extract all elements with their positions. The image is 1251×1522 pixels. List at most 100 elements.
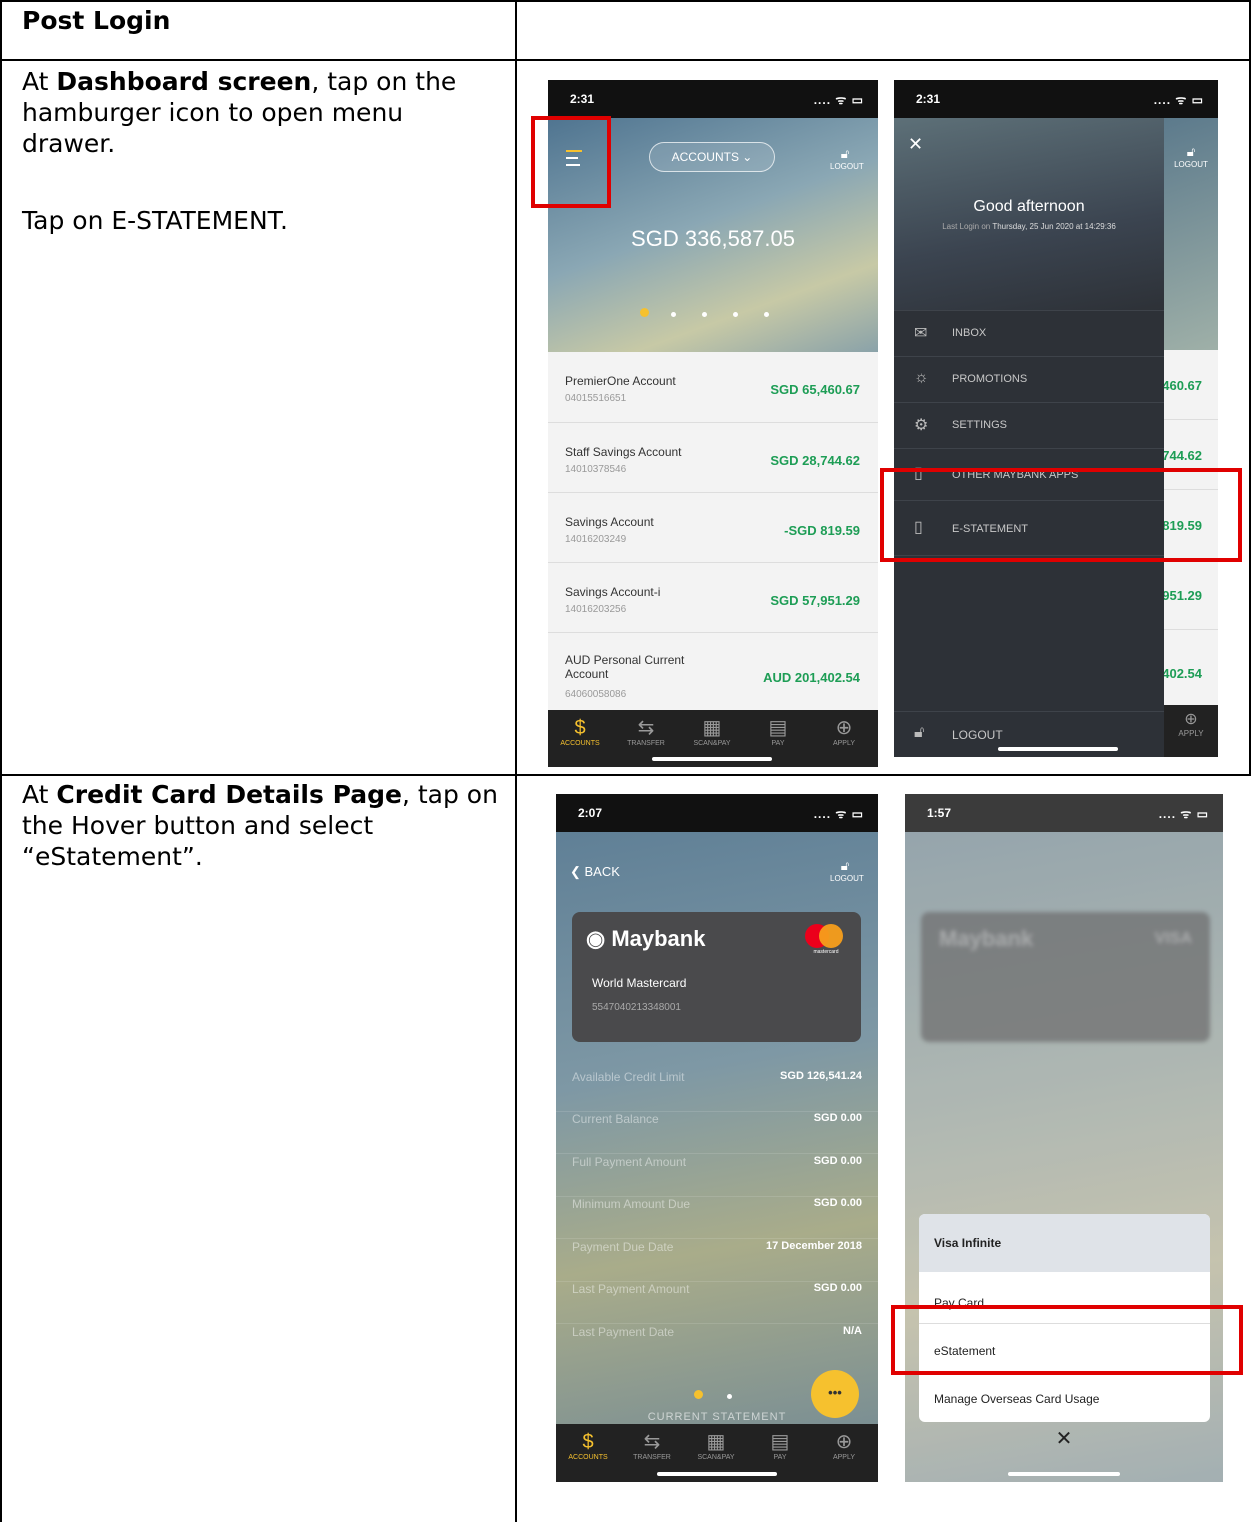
table-header: Post Login (22, 6, 171, 35)
tab-scanpay[interactable]: ▦ SCAN&PAY (682, 716, 742, 747)
drawer-header: ✕ Good afternoon Last Login on Thursday,… (894, 118, 1164, 310)
logout-label: LOGOUT (830, 162, 864, 171)
row1-instruction: At Dashboard screen, tap on the hamburge… (22, 66, 502, 159)
peek-amount: 744.62 (1162, 448, 1202, 463)
account-number: 14016203249 (565, 534, 627, 545)
apply-label: APPLY (1178, 729, 1204, 738)
bulb-icon: ☼ (914, 369, 929, 386)
detail-row: Minimum Amount Due SGD 0.00 (556, 1197, 878, 1239)
tab-transfer[interactable]: ⇆ TRANSFER (622, 1430, 682, 1461)
account-number: 04015516651 (565, 393, 627, 404)
status-bar: 2:31 .... ᯤ ▭ (894, 80, 1218, 118)
mail-icon: ✉ (914, 325, 928, 342)
detail-row: Available Credit Limit SGD 126,541.24 (556, 1070, 878, 1112)
account-name: Savings Account-i (565, 585, 661, 599)
card-details-screenshot: 2:07 .... ᯤ ▭ ❮ BACK 🔓︎ LOGOUT ◉ Maybank… (556, 794, 878, 1482)
back-label: BACK (584, 864, 620, 879)
peek-tab: ⊕ APPLY (1164, 705, 1218, 757)
table-border-left (0, 0, 2, 1522)
home-indicator (652, 757, 772, 761)
detail-row: Current Balance SGD 0.00 (556, 1112, 878, 1154)
detail-value: SGD 0.00 (813, 1155, 862, 1167)
account-row[interactable]: AUD Personal Current Account 64060058086… (548, 633, 878, 710)
detail-value: 17 December 2018 (765, 1240, 862, 1252)
status-time: 2:07 (578, 806, 603, 820)
total-balance: SGD 336,587.05 (631, 226, 795, 251)
credit-card: ◉ Maybank mastercard World Mastercard 55… (572, 912, 861, 1042)
row1-bold: Dashboard screen (56, 67, 312, 96)
mastercard-label: mastercard (813, 949, 839, 955)
last-login-prefix: Last Login on (942, 222, 993, 231)
detail-label: Last Payment Date (572, 1325, 675, 1339)
lock-icon: 🔓︎ (840, 146, 850, 161)
tab-pay[interactable]: ▤ PAY (748, 716, 808, 747)
tab-apply[interactable]: ⊕ APPLY (814, 716, 874, 747)
tab-pay[interactable]: ▤ PAY (750, 1430, 810, 1461)
logout-button[interactable]: 🔓︎ LOGOUT (830, 858, 864, 883)
table-column-divider (515, 0, 517, 1522)
lock-icon: 🔓︎ (914, 724, 925, 741)
dollar-icon: $ (574, 717, 586, 739)
home-indicator (657, 1472, 777, 1476)
menu-item-promotions[interactable]: ☼ PROMOTIONS (894, 356, 1164, 402)
account-list: PremierOne Account 04015516651 SGD 65,46… (548, 352, 878, 710)
account-number: 64060058086 (565, 689, 627, 700)
account-amount: -SGD 819.59 (784, 523, 860, 538)
row1-instruction-2: Tap on E-STATEMENT. (22, 206, 288, 235)
hover-menu-screenshot: 1:57 .... ᯤ ▭ Maybank VISA Visa Infinite… (905, 794, 1223, 1482)
plus-circle-icon: ⊕ (835, 1431, 853, 1453)
status-bar: 2:31 .... ᯤ ▭ (548, 80, 878, 118)
close-icon[interactable]: ✕ (905, 1426, 1223, 1451)
back-button[interactable]: ❮ BACK (570, 864, 620, 880)
row2-bold: Credit Card Details Page (56, 780, 402, 809)
mastercard-logo: mastercard (805, 924, 847, 956)
tab-apply[interactable]: ⊕ APPLY (814, 1430, 874, 1461)
status-icons: .... ᯤ ▭ (813, 807, 864, 821)
page-indicator (694, 1386, 732, 1404)
tab-label: SCAN&PAY (693, 740, 731, 747)
status-icons: .... ᯤ ▭ (1153, 93, 1204, 107)
status-icons: .... ᯤ ▭ (813, 93, 864, 107)
account-amount: SGD 57,951.29 (770, 593, 860, 608)
account-row[interactable]: PremierOne Account 04015516651 SGD 65,46… (548, 352, 878, 423)
detail-value: SGD 0.00 (813, 1112, 862, 1124)
detail-label: Current Balance (572, 1112, 659, 1126)
tab-transfer[interactable]: ⇆ TRANSFER (616, 716, 676, 747)
tab-label: SCAN&PAY (697, 1454, 735, 1461)
bank-name: Maybank (611, 926, 706, 951)
menu-item-inbox[interactable]: ✉ INBOX (894, 310, 1164, 356)
gear-icon: ⚙ (914, 417, 929, 434)
accounts-dropdown[interactable]: ACCOUNTS ⌄ (649, 142, 775, 172)
tab-scanpay[interactable]: ▦ SCAN&PAY (686, 1430, 746, 1461)
peek-amount: 460.67 (1162, 378, 1202, 393)
menu-label: INBOX (952, 327, 987, 339)
option-manage-overseas[interactable]: Manage Overseas Card Usage (919, 1372, 1210, 1422)
detail-label: Available Credit Limit (572, 1070, 685, 1084)
card-name: World Mastercard (592, 976, 687, 990)
tab-accounts[interactable]: $ ACCOUNTS (550, 716, 610, 747)
home-indicator (1008, 1472, 1120, 1476)
row1-prefix: At (22, 67, 57, 96)
menu-item-settings[interactable]: ⚙ SETTINGS (894, 402, 1164, 448)
account-row[interactable]: Savings Account 14016203249 -SGD 819.59 (548, 493, 878, 563)
tab-accounts[interactable]: $ ACCOUNTS (558, 1430, 618, 1461)
bank-logo: ◉ Maybank (586, 926, 705, 952)
account-row[interactable]: Savings Account-i 14016203256 SGD 57,951… (548, 563, 878, 633)
tab-label: PAY (771, 740, 785, 747)
home-indicator (998, 747, 1118, 751)
logout-button[interactable]: 🔓︎ LOGOUT (830, 146, 864, 171)
greeting: Good afternoon (973, 198, 1085, 215)
peek-amount: 402.54 (1162, 666, 1202, 681)
account-amount: SGD 65,460.67 (770, 382, 860, 397)
plus-circle-icon: ⊕ (835, 717, 853, 739)
logout-peek[interactable]: 🔓︎ LOGOUT (1164, 144, 1218, 169)
bottom-tab-bar: $ ACCOUNTS ⇆ TRANSFER ▦ SCAN&PAY ▤ PAY ⊕ APPL… (556, 1424, 878, 1482)
menu-drawer-screenshot: 🔓︎ LOGOUT 460.67 744.62 819.59 951.29 40… (894, 80, 1218, 757)
detail-row: Full Payment Amount SGD 0.00 (556, 1155, 878, 1197)
detail-label: Full Payment Amount (572, 1155, 687, 1169)
close-icon[interactable]: ✕ (908, 134, 923, 155)
plus-circle-icon: ⊕ (1184, 711, 1198, 728)
account-row[interactable]: Staff Savings Account 14010378546 SGD 28… (548, 423, 878, 493)
transfer-icon: ⇆ (643, 1431, 661, 1453)
tab-label: ACCOUNTS (560, 740, 600, 747)
